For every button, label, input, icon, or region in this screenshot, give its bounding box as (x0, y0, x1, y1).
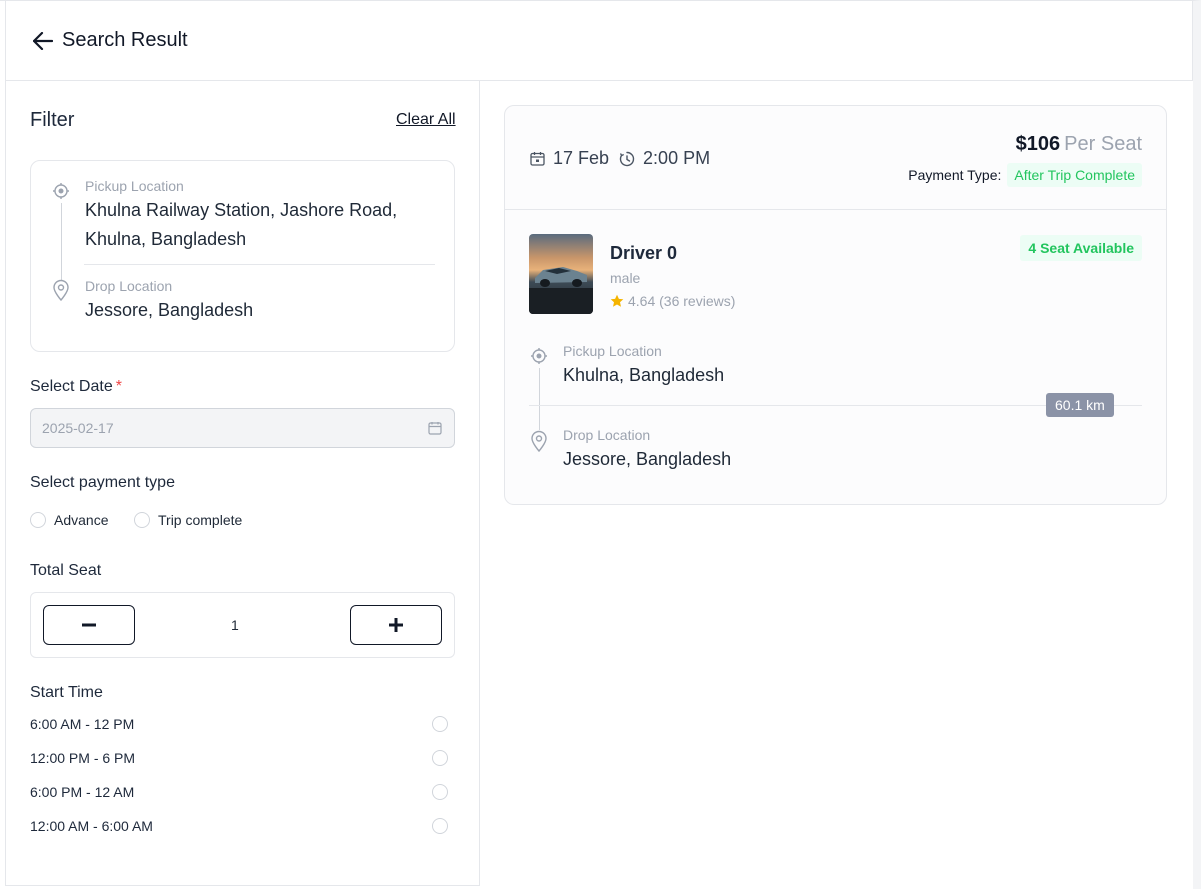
trip-result-card[interactable]: 17 Feb 2:00 PM $106 Per Seat Payment Type… (504, 105, 1167, 505)
increment-button[interactable] (350, 605, 442, 645)
driver-gender: male (610, 270, 641, 286)
time-option-label: 6:00 AM - 12 PM (30, 716, 135, 732)
start-time-label: Start Time (30, 684, 103, 701)
calendar-icon (530, 152, 545, 166)
payment-option-trip-complete[interactable]: Trip complete (134, 512, 242, 528)
time-option-morning[interactable]: 6:00 AM - 12 PM (30, 716, 448, 732)
page-title: Search Result (62, 29, 188, 51)
pickup-value-line2: Khulna, Bangladesh (85, 229, 247, 249)
seat-count: 1 (231, 617, 239, 633)
pickup-label: Pickup Location (85, 178, 184, 194)
car-image (529, 234, 593, 314)
plus-icon (389, 618, 403, 632)
payment-label: Select payment type (30, 474, 175, 491)
clock-icon (619, 151, 635, 166)
route-line (539, 368, 540, 430)
payment-option-label: Trip complete (158, 512, 243, 528)
drop-label: Drop Location (85, 278, 173, 294)
decrement-button[interactable] (43, 605, 135, 645)
price-amount: $106 (1015, 133, 1061, 155)
trip-datetime: 17 Feb 2:00 PM (530, 148, 710, 169)
payment-type-label: Payment Type: (908, 167, 1002, 183)
calendar-icon (428, 422, 442, 435)
star-icon (610, 294, 624, 307)
page-header: Search Result (5, 1, 1193, 81)
trip-card-header: 17 Feb 2:00 PM $106 Per Seat Payment Type… (505, 106, 1166, 210)
payment-option-advance[interactable]: Advance (30, 512, 108, 528)
filter-title: Filter (30, 109, 75, 131)
driver-rating: 4.64 (36 reviews) (610, 293, 735, 309)
location-card: Pickup Location Khulna Railway Station, … (30, 160, 455, 352)
date-input[interactable]: 2025-02-17 (30, 408, 455, 448)
time-option-label: 12:00 AM - 6:00 AM (30, 818, 153, 834)
trip-pickup-value: Khulna, Bangladesh (563, 365, 725, 385)
trip-time: 2:00 PM (643, 148, 711, 168)
drop-value: Jessore, Bangladesh (85, 300, 254, 320)
map-pin-icon (531, 430, 547, 452)
arrow-left-icon (33, 31, 53, 50)
time-option-night[interactable]: 12:00 AM - 6:00 AM (30, 818, 448, 834)
seats-available-badge: 4 Seat Available (1020, 235, 1142, 261)
minus-icon (82, 623, 96, 627)
pickup-value-line1: Khulna Railway Station, Jashore Road, (85, 200, 398, 220)
trip-drop-label: Drop Location (563, 427, 651, 443)
trip-drop-value: Jessore, Bangladesh (563, 449, 732, 469)
time-option-evening[interactable]: 6:00 PM - 12 AM (30, 784, 448, 800)
time-option-afternoon[interactable]: 12:00 PM - 6 PM (30, 750, 448, 766)
clear-all-link[interactable]: Clear All (396, 111, 456, 129)
trip-price: $106 Per Seat (1016, 133, 1142, 156)
route-line (61, 203, 62, 280)
radio-time-morning[interactable] (432, 716, 448, 732)
distance-badge: 60.1 km (1046, 393, 1114, 417)
time-option-label: 6:00 PM - 12 AM (30, 784, 135, 800)
date-label: Select Date * (30, 378, 122, 396)
radio-time-afternoon[interactable] (432, 750, 448, 766)
rating-value: 4.64 (36 reviews) (628, 293, 736, 309)
radio-time-evening[interactable] (432, 784, 448, 800)
seat-label: Total Seat (30, 562, 102, 579)
price-unit: Per Seat (1064, 133, 1142, 155)
payment-type: Payment Type: After Trip Complete (908, 163, 1142, 187)
driver-name: Driver 0 (610, 243, 678, 263)
map-pin-icon (53, 279, 69, 301)
target-pin-icon (531, 348, 547, 364)
seat-stepper: 1 (30, 592, 455, 658)
trip-pickup-label: Pickup Location (563, 343, 662, 359)
target-pin-icon (53, 183, 69, 199)
date-value: 2025-02-17 (42, 420, 114, 436)
date-label-text: Select Date (30, 378, 113, 395)
radio-trip-complete[interactable] (134, 512, 150, 528)
trip-date: 17 Feb (553, 148, 610, 168)
payment-type-badge: After Trip Complete (1007, 163, 1142, 187)
location-divider (84, 264, 435, 265)
required-marker: * (115, 378, 122, 395)
back-button[interactable] (32, 30, 54, 52)
time-option-label: 12:00 PM - 6 PM (30, 750, 136, 766)
filter-sidebar: Filter Clear All Pickup Location Khulna … (5, 81, 480, 886)
radio-advance[interactable] (30, 512, 46, 528)
payment-option-label: Advance (54, 512, 109, 528)
radio-time-night[interactable] (432, 818, 448, 834)
